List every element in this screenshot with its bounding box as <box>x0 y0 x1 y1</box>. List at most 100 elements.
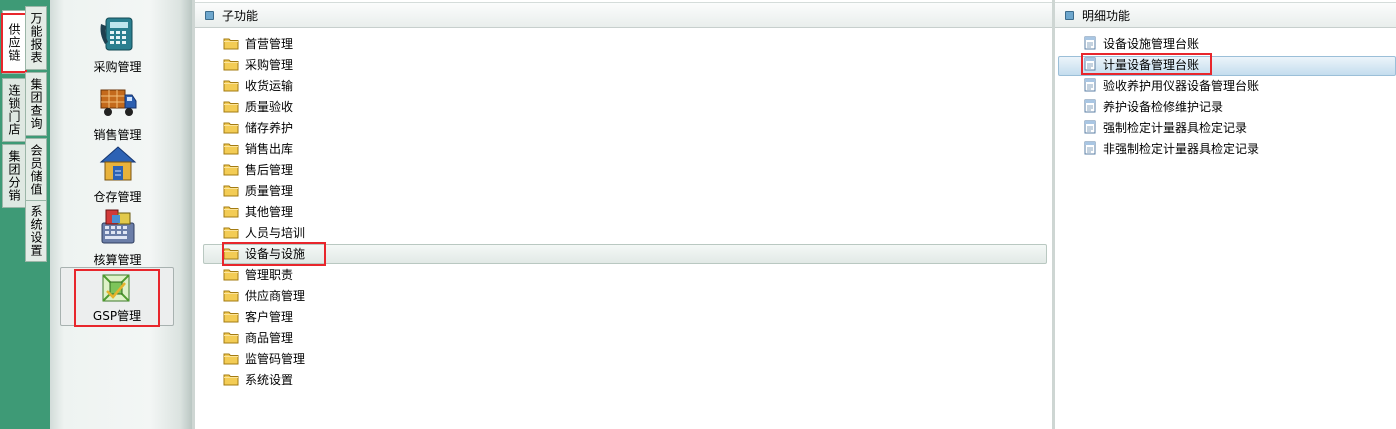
sub-function-item[interactable]: 采购管理 <box>223 54 293 74</box>
sub-function-item-label: 人员与培训 <box>245 225 306 240</box>
folder-icon <box>223 36 239 50</box>
folder-icon <box>223 57 239 71</box>
folder-icon <box>223 288 239 302</box>
accounting-calculator-icon <box>101 209 134 244</box>
folder-icon <box>223 351 239 365</box>
sub-function-title: 子功能 <box>222 8 259 23</box>
detail-function-item[interactable]: 非强制检定计量器具检定记录 <box>1083 138 1259 158</box>
module-accounting[interactable]: 核算管理 <box>50 207 185 268</box>
sub-function-item-label: 质量验收 <box>245 99 294 114</box>
detail-function-item[interactable]: 验收养护用仪器设备管理台账 <box>1083 75 1259 95</box>
module-gsp-label: GSP管理 <box>92 309 142 323</box>
sub-function-item[interactable]: 收货运输 <box>223 75 293 95</box>
folder-icon <box>223 78 239 92</box>
sub-function-item[interactable]: 系统设置 <box>223 369 293 389</box>
module-sales-label: 销售管理 <box>93 128 142 142</box>
folder-icon <box>223 99 239 113</box>
folder-icon <box>223 183 239 197</box>
sub-function-item-label: 售后管理 <box>245 162 294 177</box>
sub-function-item[interactable]: 储存养护 <box>223 117 293 137</box>
detail-function-panel: 明细功能 设备设施管理台账 计量设备管理台账验收养护用仪器设备管理台账 养护设备检修… <box>1055 2 1396 429</box>
gsp-document-icon <box>102 274 130 302</box>
folder-icon <box>223 330 239 344</box>
sub-function-item-label: 系统设置 <box>245 372 294 387</box>
document-icon <box>1083 57 1097 71</box>
sub-function-item[interactable]: 其他管理 <box>223 201 293 221</box>
sub-function-item-label: 首营管理 <box>245 36 294 51</box>
sub-function-item[interactable]: 管理职责 <box>223 264 293 284</box>
header-square-icon <box>205 10 214 20</box>
sub-function-item[interactable]: 供应商管理 <box>223 285 305 305</box>
sub-function-item-label: 销售出库 <box>245 141 294 156</box>
sub-function-item[interactable]: 销售出库 <box>223 138 293 158</box>
delivery-truck-icon <box>100 89 136 116</box>
module-purchase[interactable]: 采购管理 <box>50 14 185 75</box>
tab-universal-report[interactable]: 万能报表 <box>25 6 47 70</box>
sub-function-item-label: 客户管理 <box>245 309 294 324</box>
folder-icon <box>223 267 239 281</box>
detail-function-title: 明细功能 <box>1082 8 1131 23</box>
sub-function-item[interactable]: 质量管理 <box>223 180 293 200</box>
detail-function-item-label: 非强制检定计量器具检定记录 <box>1103 141 1260 156</box>
folder-icon <box>223 141 239 155</box>
tab-group-distribution[interactable]: 集团分销 <box>2 144 26 208</box>
sub-function-item[interactable]: 客户管理 <box>223 306 293 326</box>
sub-function-item[interactable]: 设备与设施 <box>223 243 305 263</box>
sub-function-item-label: 设备与设施 <box>245 246 306 261</box>
document-icon <box>1083 141 1097 155</box>
tab-supply-chain[interactable]: 供应链 <box>2 10 26 74</box>
sub-function-item[interactable]: 首营管理 <box>223 33 293 53</box>
detail-function-header: 明细功能 <box>1055 2 1396 28</box>
sub-function-item-label: 收货运输 <box>245 78 294 93</box>
detail-function-item[interactable]: 养护设备检修维护记录 <box>1083 96 1223 116</box>
module-warehouse-label: 仓存管理 <box>93 190 142 204</box>
sub-function-panel: 子功能 首营管理采购管理收货运输质量验收储存养护销售出库售后管理质量管理其他管理… <box>195 2 1052 429</box>
detail-function-item[interactable]: 强制检定计量器具检定记录 <box>1083 117 1247 137</box>
module-warehouse[interactable]: 仓存管理 <box>50 144 185 205</box>
module-gsp[interactable]: GSP管理 <box>60 267 174 326</box>
folder-icon <box>223 204 239 218</box>
folder-icon <box>223 120 239 134</box>
detail-function-item[interactable]: 设备设施管理台账 <box>1083 33 1199 53</box>
folder-icon <box>223 162 239 176</box>
sub-function-item[interactable]: 监管码管理 <box>223 348 305 368</box>
document-icon <box>1083 99 1097 113</box>
sub-function-item-label: 供应商管理 <box>245 288 306 303</box>
sub-function-item[interactable]: 质量验收 <box>223 96 293 116</box>
tab-chain-stores[interactable]: 连锁门店 <box>2 78 26 142</box>
sub-function-item-label: 储存养护 <box>245 120 294 135</box>
folder-icon <box>223 225 239 239</box>
document-icon <box>1083 78 1097 92</box>
sub-function-item[interactable]: 商品管理 <box>223 327 293 347</box>
detail-function-item-label: 计量设备管理台账 <box>1103 57 1200 72</box>
detail-function-item[interactable]: 计量设备管理台账 <box>1083 54 1199 74</box>
sub-function-header: 子功能 <box>195 2 1052 28</box>
warehouse-house-icon <box>99 146 136 181</box>
tab-member-stored-value[interactable]: 会员储值 <box>25 138 47 202</box>
folder-icon <box>223 372 239 386</box>
detail-function-item-label: 强制检定计量器具检定记录 <box>1103 120 1248 135</box>
header-square-icon <box>1065 10 1074 20</box>
detail-function-item-label: 养护设备检修维护记录 <box>1103 99 1224 114</box>
sub-function-item-label: 质量管理 <box>245 183 294 198</box>
sub-function-item-label: 商品管理 <box>245 330 294 345</box>
detail-function-item-label: 验收养护用仪器设备管理台账 <box>1103 78 1260 93</box>
sub-function-item-label: 采购管理 <box>245 57 294 72</box>
sub-function-item-label: 监管码管理 <box>245 351 306 366</box>
module-purchase-label: 采购管理 <box>93 60 142 74</box>
document-icon <box>1083 120 1097 134</box>
tab-group-query[interactable]: 集团查询 <box>25 72 47 136</box>
folder-icon <box>223 309 239 323</box>
module-column: 采购管理 销售管理 仓存管理 核算管理 <box>50 0 193 429</box>
sub-function-item-label: 管理职责 <box>245 267 294 282</box>
folder-icon <box>223 246 239 260</box>
sub-function-item-label: 其他管理 <box>245 204 294 219</box>
sub-function-item[interactable]: 售后管理 <box>223 159 293 179</box>
phone-calculator-icon <box>100 17 132 51</box>
module-accounting-label: 核算管理 <box>93 253 142 267</box>
module-sales[interactable]: 销售管理 <box>50 82 185 143</box>
detail-function-item-label: 设备设施管理台账 <box>1103 36 1200 51</box>
sub-function-item[interactable]: 人员与培训 <box>223 222 305 242</box>
tab-system-settings[interactable]: 系统设置 <box>25 200 47 262</box>
document-icon <box>1083 36 1097 50</box>
